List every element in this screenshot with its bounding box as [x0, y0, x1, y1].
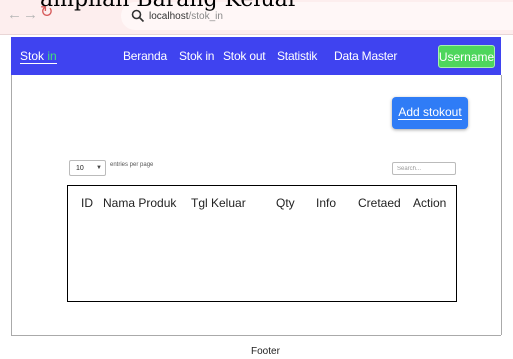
address-url: localhost/stok_in — [149, 11, 223, 22]
nav-link-data-master[interactable]: Data Master — [334, 50, 397, 62]
entries-per-page-label: entries per page — [110, 162, 154, 168]
brand-prefix: Stok — [20, 49, 48, 63]
chevron-down-icon: ▼ — [96, 165, 102, 171]
brand-suffix: in — [47, 49, 57, 63]
column-header-id[interactable]: ID — [81, 197, 93, 209]
username-button[interactable]: Username — [438, 45, 495, 68]
nav-link-stok-out[interactable]: Stok out — [223, 50, 266, 62]
column-header-nama-produk[interactable]: Nama Produk — [103, 197, 176, 209]
add-stokout-label: Add stokout — [398, 104, 462, 121]
back-arrow-icon[interactable]: ← — [7, 7, 22, 22]
column-header-info[interactable]: Info — [316, 197, 336, 209]
footer-text: Footer — [251, 346, 280, 357]
top-navbar: Stok in Beranda Stok in Stok out Statist… — [11, 37, 501, 75]
address-host: localhost — [149, 10, 189, 22]
entries-per-page-select[interactable]: 10 ▼ — [69, 160, 106, 176]
brand-link[interactable]: Stok in — [20, 50, 57, 64]
document-caption: ampilan Barang Keluar — [40, 0, 298, 12]
nav-link-beranda[interactable]: Beranda — [123, 50, 167, 62]
column-header-cretaed[interactable]: Cretaed — [358, 197, 401, 209]
address-path: /stok_in — [188, 10, 223, 22]
forward-arrow-icon[interactable]: → — [23, 7, 38, 22]
column-header-tgl-keluar[interactable]: Tgl Keluar — [191, 197, 246, 209]
column-header-qty[interactable]: Qty — [276, 197, 295, 209]
column-header-action[interactable]: Action — [413, 197, 446, 209]
nav-link-statistik[interactable]: Statistik — [277, 50, 317, 62]
data-table: ID Nama Produk Tgl Keluar Qty Info Creta… — [67, 185, 457, 302]
entries-value: 10 — [76, 164, 84, 172]
add-stokout-button[interactable]: Add stokout — [392, 97, 468, 129]
page-footer: Footer — [11, 335, 501, 359]
nav-link-stok-in[interactable]: Stok in — [179, 50, 214, 62]
table-search-input[interactable] — [392, 162, 456, 175]
